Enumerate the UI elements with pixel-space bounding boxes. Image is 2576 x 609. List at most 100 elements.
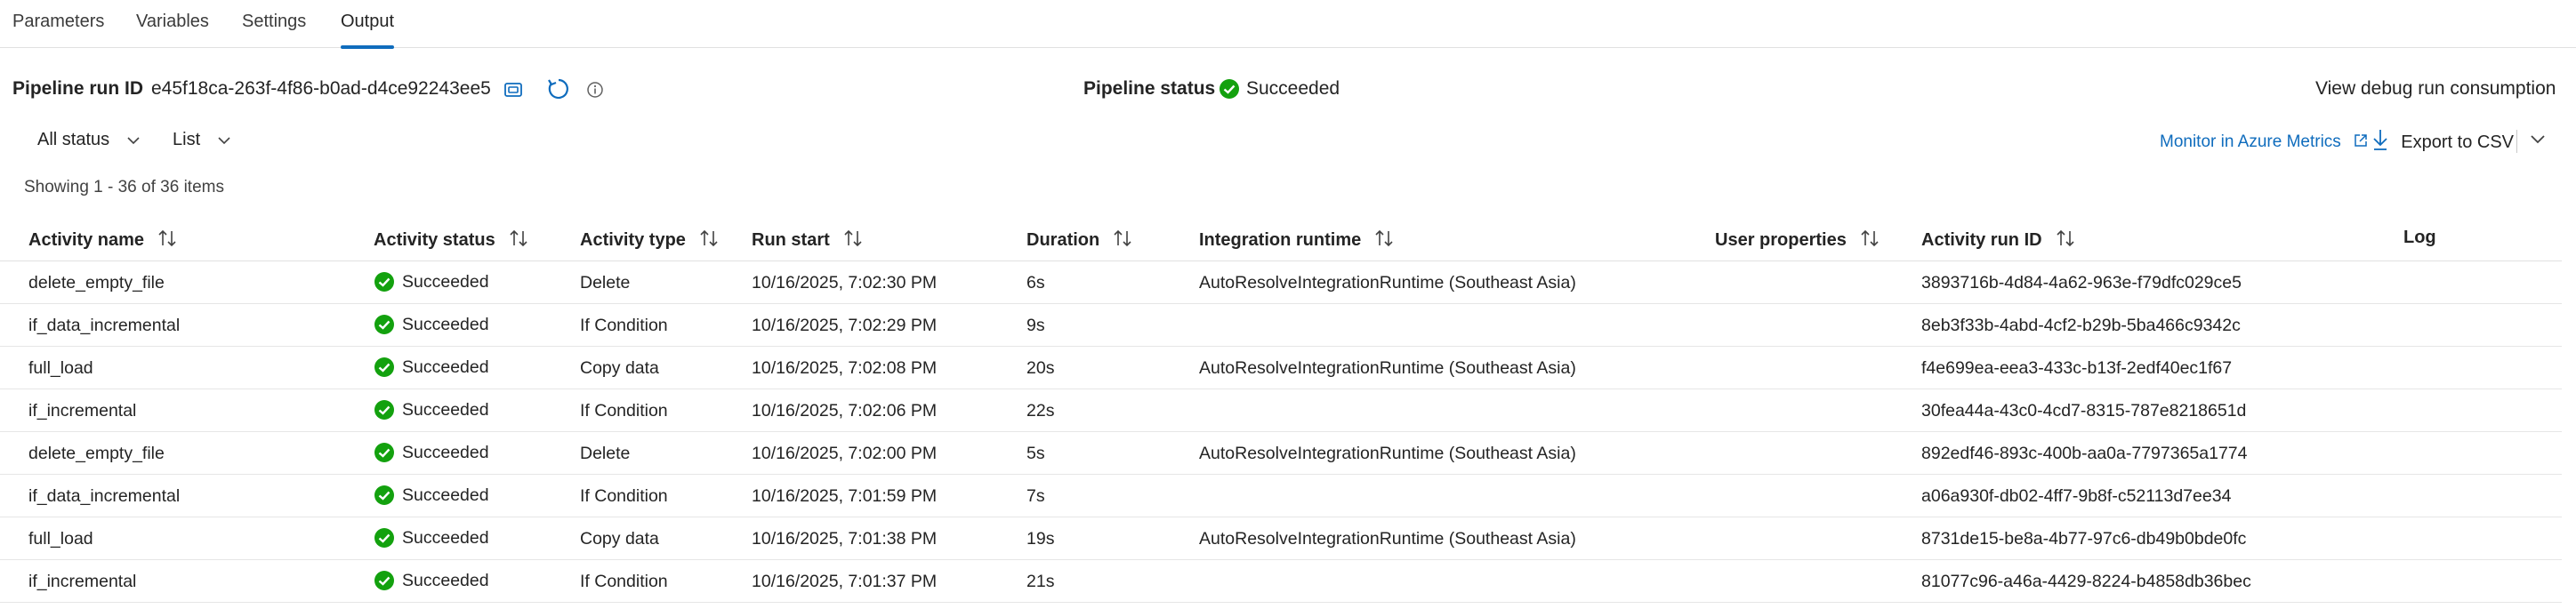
cell-activity-status: Succeeded bbox=[374, 399, 489, 421]
column-label: Activity run ID bbox=[1921, 230, 2042, 250]
column-label: Log bbox=[2403, 228, 2436, 247]
export-options-chevron[interactable] bbox=[2530, 133, 2546, 149]
cell-activity-name: delete_empty_file bbox=[28, 273, 165, 292]
success-check-icon bbox=[374, 442, 395, 463]
cell-activity-status: Succeeded bbox=[374, 485, 489, 506]
sort-arrows-icon bbox=[1112, 228, 1133, 254]
column-header-user-properties[interactable]: User properties bbox=[1715, 228, 1880, 254]
cell-activity-status: Succeeded bbox=[374, 271, 489, 292]
cell-activity-run-id: 81077c96-a46a-4429-8224-b4858db36bec bbox=[1921, 572, 2251, 591]
export-csv-button[interactable]: Export to CSV bbox=[2371, 128, 2514, 156]
cell-duration: 21s bbox=[1026, 572, 1055, 591]
cell-activity-name: if_data_incremental bbox=[28, 316, 181, 335]
view-mode-dropdown[interactable]: List bbox=[173, 130, 230, 150]
column-label: User properties bbox=[1715, 230, 1847, 250]
cell-run-start: 10/16/2025, 7:02:30 PM bbox=[752, 273, 938, 292]
cell-integration-runtime: AutoResolveIntegrationRuntime (Southeast… bbox=[1199, 358, 1576, 378]
sort-arrows-icon bbox=[508, 228, 529, 254]
monitor-azure-metrics-link[interactable]: Monitor in Azure Metrics bbox=[2160, 132, 2369, 154]
copy-icon[interactable] bbox=[503, 80, 524, 105]
cell-activity-type: Copy data bbox=[580, 358, 659, 378]
table-row[interactable]: delete_empty_file Succeeded Delete 10/16/20… bbox=[0, 432, 2562, 475]
status-text: Succeeded bbox=[402, 314, 489, 334]
tab-output[interactable]: Output bbox=[341, 12, 395, 49]
showing-items-text: Showing 1 - 36 of 36 items bbox=[24, 178, 224, 196]
cell-duration: 6s bbox=[1026, 273, 1045, 292]
cell-activity-run-id: f4e699ea-eea3-433c-b13f-2edf40ec1f67 bbox=[1921, 358, 2233, 378]
success-check-icon bbox=[374, 357, 395, 378]
view-mode-value: List bbox=[173, 130, 201, 149]
cell-activity-name: if_incremental bbox=[28, 401, 137, 421]
success-check-icon bbox=[374, 399, 395, 421]
cell-activity-status: Succeeded bbox=[374, 357, 489, 378]
sort-arrows-icon bbox=[2055, 228, 2076, 254]
sort-arrows-icon bbox=[842, 228, 864, 254]
column-header-activity-type[interactable]: Activity type bbox=[580, 228, 720, 254]
table-row[interactable]: delete_empty_file Succeeded Delete 10/16/20… bbox=[0, 261, 2562, 304]
column-label: Activity status bbox=[374, 230, 495, 250]
cell-activity-name: if_incremental bbox=[28, 572, 137, 591]
cell-activity-type: If Condition bbox=[580, 572, 668, 591]
sort-arrows-icon bbox=[1859, 228, 1880, 254]
success-check-icon bbox=[374, 271, 395, 292]
table-row[interactable]: if_incremental Succeeded If Condition 10/16… bbox=[0, 560, 2562, 603]
success-check-icon bbox=[374, 314, 395, 335]
external-link-icon bbox=[2353, 132, 2369, 154]
cell-integration-runtime: AutoResolveIntegrationRuntime (Southeast… bbox=[1199, 529, 1576, 549]
cell-activity-run-id: 3893716b-4d84-4a62-963e-f79dfc029ce5 bbox=[1921, 273, 2242, 292]
status-text: Succeeded bbox=[402, 357, 489, 377]
pipeline-status-label: Pipeline status bbox=[1083, 78, 1216, 99]
monitor-azure-metrics-label: Monitor in Azure Metrics bbox=[2160, 132, 2341, 151]
status-text: Succeeded bbox=[402, 527, 489, 548]
column-label: Duration bbox=[1026, 230, 1100, 250]
cell-duration: 7s bbox=[1026, 486, 1045, 506]
cell-activity-type: If Condition bbox=[580, 401, 668, 421]
refresh-icon[interactable] bbox=[546, 76, 571, 107]
cell-activity-status: Succeeded bbox=[374, 527, 489, 549]
column-header-duration[interactable]: Duration bbox=[1026, 228, 1133, 254]
table-row[interactable]: if_data_incremental Succeeded If Condition… bbox=[0, 304, 2562, 347]
cell-activity-run-id: 8eb3f33b-4abd-4cf2-b29b-5ba466c9342c bbox=[1921, 316, 2241, 335]
cell-duration: 22s bbox=[1026, 401, 1055, 421]
table-row[interactable]: if_incremental Succeeded If Condition 10/16… bbox=[0, 389, 2562, 432]
cell-activity-run-id: 30fea44a-43c0-4cd7-8315-787e8218651d bbox=[1921, 401, 2247, 421]
success-check-icon bbox=[1219, 78, 1240, 105]
tab-parameters[interactable]: Parameters bbox=[12, 12, 104, 48]
cell-activity-run-id: 892edf46-893c-400b-aa0a-7797365a1774 bbox=[1921, 444, 2248, 463]
table-row[interactable]: full_load Succeeded Copy data 10/16/2025, 7… bbox=[0, 517, 2562, 560]
table-row[interactable]: if_data_incremental Succeeded If Condition… bbox=[0, 475, 2562, 517]
download-icon bbox=[2371, 128, 2389, 156]
sort-arrows-icon bbox=[698, 228, 720, 254]
status-text: Succeeded bbox=[402, 485, 489, 505]
table-header: Activity name Activity status Activity t… bbox=[0, 220, 2562, 261]
column-header-activity-run-id[interactable]: Activity run ID bbox=[1921, 228, 2076, 254]
table-row[interactable]: full_load Succeeded Copy data 10/16/2025, 7… bbox=[0, 347, 2562, 389]
cell-activity-type: Delete bbox=[580, 444, 631, 463]
chevron-down-icon bbox=[218, 130, 230, 150]
sort-arrows-icon bbox=[1373, 228, 1395, 254]
column-header-activity-name[interactable]: Activity name bbox=[28, 228, 178, 254]
cell-activity-status: Succeeded bbox=[374, 442, 489, 463]
column-header-log: Log bbox=[2403, 228, 2436, 248]
run-id-value: e45f18ca-263f-4f86-b0ad-d4ce92243ee5 bbox=[151, 78, 491, 99]
chevron-down-icon bbox=[2531, 135, 2545, 144]
column-label: Activity type bbox=[580, 230, 686, 250]
cell-activity-name: full_load bbox=[28, 358, 93, 378]
cell-run-start: 10/16/2025, 7:01:59 PM bbox=[752, 486, 938, 506]
cell-activity-name: if_data_incremental bbox=[28, 486, 181, 506]
column-header-activity-status[interactable]: Activity status bbox=[374, 228, 529, 254]
tab-variables[interactable]: Variables bbox=[136, 12, 209, 48]
status-filter-dropdown[interactable]: All status bbox=[37, 130, 140, 150]
status-text: Succeeded bbox=[402, 570, 489, 590]
tab-settings[interactable]: Settings bbox=[242, 12, 306, 48]
activity-runs-table: delete_empty_file Succeeded Delete 10/16/20… bbox=[0, 261, 2562, 603]
column-header-integration-runtime[interactable]: Integration runtime bbox=[1199, 228, 1395, 254]
toolbar-divider bbox=[2516, 130, 2517, 153]
view-debug-consumption-link[interactable]: View debug run consumption bbox=[2315, 78, 2556, 100]
cell-run-start: 10/16/2025, 7:01:37 PM bbox=[752, 572, 938, 591]
cell-activity-type: Delete bbox=[580, 273, 631, 292]
info-icon[interactable] bbox=[586, 81, 604, 104]
cell-activity-run-id: 8731de15-be8a-4b77-97c6-db49b0bde0fc bbox=[1921, 529, 2247, 549]
column-header-run-start[interactable]: Run start bbox=[752, 228, 864, 254]
column-label: Activity name bbox=[28, 230, 145, 250]
